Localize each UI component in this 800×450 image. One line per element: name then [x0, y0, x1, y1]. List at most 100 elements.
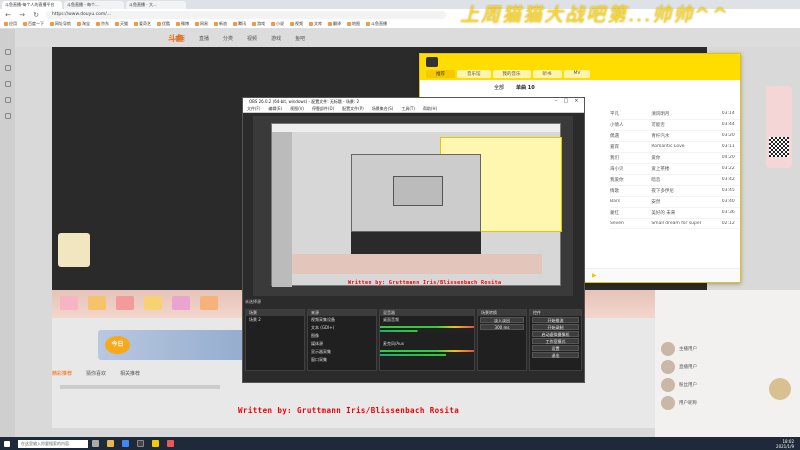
obs-icon[interactable]	[137, 440, 144, 447]
transition-select[interactable]: 淡入淡出	[480, 317, 524, 323]
nav-live[interactable]: 直播	[199, 35, 209, 42]
source-item[interactable]: 视频采集设备	[308, 316, 376, 324]
task-view-icon[interactable]	[92, 440, 99, 447]
taskbar-clock[interactable]: 18:02 2021/1/9	[776, 439, 794, 449]
song-row[interactable]: 嘉宾 Romantic Love 03:11	[610, 142, 740, 153]
explorer-icon[interactable]	[107, 440, 114, 447]
close-icon[interactable]: ×	[574, 98, 578, 104]
play-icon[interactable]: ▶	[592, 272, 597, 279]
source-item[interactable]: 媒体源	[308, 340, 376, 348]
gift-card[interactable]	[58, 233, 90, 267]
user-name[interactable]: 粉丝用户	[679, 382, 697, 388]
nav-category[interactable]: 分类	[223, 35, 233, 42]
obs-menu-item[interactable]: 文件(F)	[247, 106, 260, 112]
transition-duration[interactable]: 300 ms	[480, 324, 524, 330]
gift-icon-5[interactable]	[172, 296, 190, 310]
song-row[interactable]: 蒙红 美好的 未来 03:36	[610, 208, 740, 219]
subtab-1[interactable]: 猜你喜欢	[86, 370, 106, 377]
mascot-icon[interactable]	[769, 378, 791, 400]
taskbar-search[interactable]: 在这里输入你要搜索的内容	[18, 439, 88, 448]
gift-icon-6[interactable]	[200, 296, 218, 310]
category-icon[interactable]	[4, 81, 11, 87]
music-tab-3[interactable]: 听书	[532, 70, 562, 78]
obs-menu-item[interactable]: 视图(V)	[290, 106, 304, 112]
volume-slider[interactable]	[380, 330, 474, 332]
source-item[interactable]: 图像	[308, 332, 376, 340]
control-button[interactable]: 工作室模式	[532, 338, 579, 344]
obs-menu-item[interactable]: 场景集合(S)	[372, 106, 394, 112]
obs-menu-item[interactable]: 配置文件(P)	[342, 106, 364, 112]
obs-menu-item[interactable]: 停靠部件(D)	[312, 106, 334, 112]
nav-game[interactable]: 游戏	[271, 35, 281, 42]
control-button[interactable]: 启动虚拟摄像机	[532, 331, 579, 337]
bookmark-item[interactable]: 网易	[195, 21, 208, 27]
music-app-icon[interactable]	[152, 440, 159, 447]
nav-fishbar[interactable]: 鱼吧	[295, 35, 305, 42]
minimize-icon[interactable]: –	[555, 98, 558, 104]
bookmark-item[interactable]: 斗鱼直播	[366, 21, 387, 27]
song-row[interactable]: 海小贝 爱上茶楼 03:22	[610, 164, 740, 175]
bookmark-item[interactable]: 地图	[347, 21, 360, 27]
music-tab-1[interactable]: 音乐馆	[457, 70, 491, 78]
game-icon[interactable]	[4, 113, 11, 119]
user-name[interactable]: 主播用户	[679, 346, 697, 352]
nav-video[interactable]: 视频	[247, 35, 257, 42]
song-row[interactable]: 我们 爱你 04:20	[610, 153, 740, 164]
bookmark-item[interactable]: 游戏	[252, 21, 265, 27]
browser-tab-2[interactable]: 斗鱼直播 - 大...	[126, 1, 186, 9]
filter-all[interactable]: 全部	[494, 84, 504, 91]
reload-icon[interactable]: ↻	[32, 11, 40, 19]
bookmark-item[interactable]: 百度一下	[23, 21, 44, 27]
bookmark-item[interactable]: 淘宝	[77, 21, 90, 27]
home-icon[interactable]	[4, 49, 11, 55]
bookmark-item[interactable]: 微博	[176, 21, 189, 27]
scene-item[interactable]: 场景 2	[246, 316, 304, 324]
source-item[interactable]: 文本 (GDI+)	[308, 324, 376, 332]
bookmark-item[interactable]: 应用	[4, 21, 17, 27]
song-row[interactable]: 情歌 夜下多伊尼 03:45	[610, 186, 740, 197]
song-row[interactable]: Bars 安然 03:40	[610, 197, 740, 208]
bookmark-item[interactable]: 视频	[290, 21, 303, 27]
bookmark-item[interactable]: 天猫	[115, 21, 128, 27]
obs-menu-item[interactable]: 帮助(H)	[423, 106, 437, 112]
browser-tab-0[interactable]: 斗鱼直播-每个人的直播平台	[2, 1, 62, 9]
douyu-logo[interactable]: 斗鱼	[168, 33, 184, 44]
song-row[interactable]: Seven Small dream for super 02:12	[610, 219, 740, 229]
url-input[interactable]: https://www.douyu.com/...	[46, 10, 446, 19]
control-button[interactable]: 设置	[532, 345, 579, 351]
song-row[interactable]: 小情人 可能否 03:44	[610, 120, 740, 131]
gift-icon-2[interactable]	[88, 296, 106, 310]
subtab-2[interactable]: 相关推荐	[120, 370, 140, 377]
avatar[interactable]	[661, 360, 675, 374]
chrome-icon[interactable]	[122, 440, 129, 447]
avatar[interactable]	[661, 378, 675, 392]
song-row[interactable]: 我爱你 暗恋 03:42	[610, 175, 740, 186]
obs-menu-item[interactable]: 编辑(E)	[268, 106, 282, 112]
song-row[interactable]: 偶遇 青柠汽水 03:20	[610, 131, 740, 142]
gift-icon-4[interactable]	[144, 296, 162, 310]
subtab-0[interactable]: 精彩推荐	[52, 370, 72, 377]
music-tab-2[interactable]: 我的音乐	[492, 70, 531, 78]
avatar[interactable]	[661, 396, 675, 410]
gift-icon-3[interactable]	[116, 296, 134, 310]
bookmark-item[interactable]: 文库	[309, 21, 322, 27]
control-button[interactable]: 开始录制	[532, 324, 579, 330]
forward-icon[interactable]: →	[18, 11, 26, 19]
bookmark-item[interactable]: 翻译	[328, 21, 341, 27]
source-item[interactable]: 显示器采集	[308, 348, 376, 356]
user-name[interactable]: 用户昵称	[679, 400, 697, 406]
bookmark-item[interactable]: 优酷	[157, 21, 170, 27]
obs-preview[interactable]	[253, 116, 573, 296]
filter-songs[interactable]: 单曲 10	[516, 84, 535, 91]
volume-slider[interactable]	[380, 354, 474, 356]
bookmark-item[interactable]: 爱奇艺	[134, 21, 151, 27]
music-tab-0[interactable]: 推荐	[426, 70, 455, 78]
source-item[interactable]: 窗口采集	[308, 356, 376, 364]
gift-icon-1[interactable]	[60, 296, 78, 310]
back-icon[interactable]: ←	[4, 11, 12, 19]
control-button[interactable]: 开始推流	[532, 317, 579, 323]
maximize-icon[interactable]: □	[564, 98, 569, 104]
follow-icon[interactable]	[4, 65, 11, 71]
video-icon[interactable]	[4, 97, 11, 103]
avatar[interactable]	[661, 342, 675, 356]
